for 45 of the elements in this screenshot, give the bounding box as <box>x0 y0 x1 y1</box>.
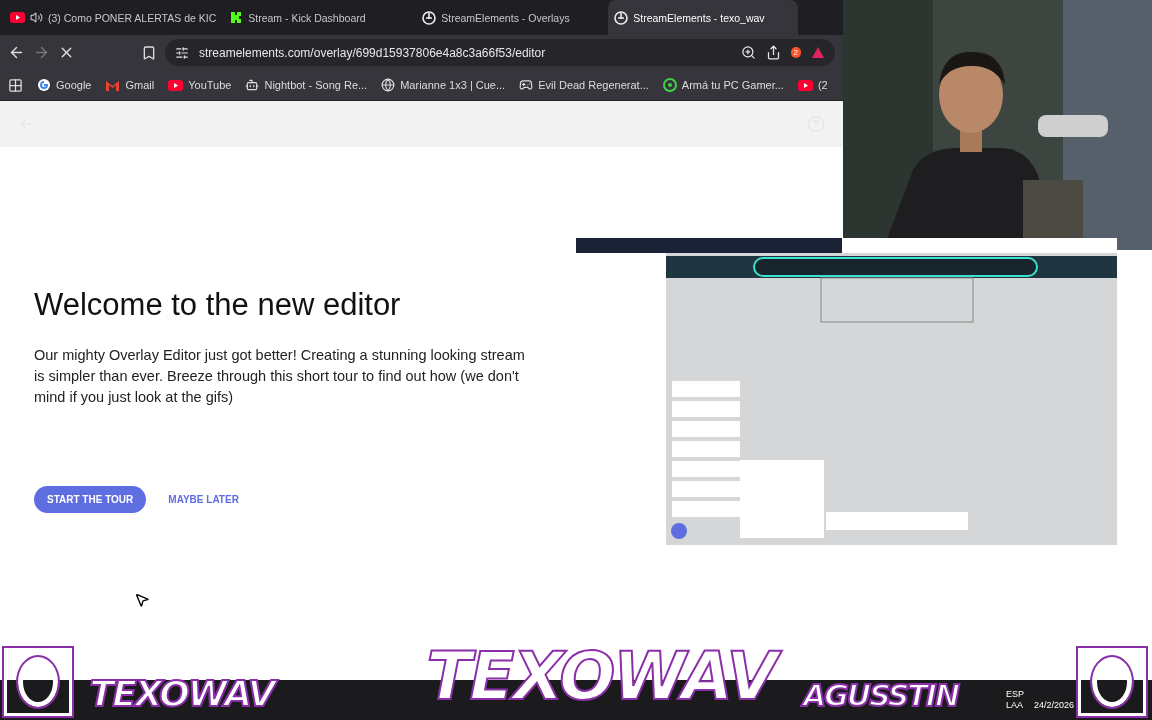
share-icon[interactable] <box>765 45 781 60</box>
right-logo: AGUSSTIN <box>800 676 960 714</box>
bookmark-link[interactable]: Armá tu PC Gamer... <box>681 79 784 91</box>
forward-icon[interactable] <box>33 44 50 61</box>
start-tour-button[interactable]: START THE TOUR <box>34 486 147 513</box>
back-icon[interactable] <box>8 44 25 61</box>
bookmark-link[interactable]: Gmail <box>125 79 155 91</box>
browser-tab[interactable]: StreamElements - texo_wav <box>608 0 799 35</box>
bookmark-link[interactable]: (2 <box>817 79 828 91</box>
layout-indicator[interactable]: LAA <box>1005 700 1024 711</box>
video-play-icon <box>168 79 184 91</box>
left-logo: TEXOWAV <box>86 671 283 716</box>
cursor-icon <box>134 592 150 608</box>
k-logo-icon <box>230 11 244 24</box>
robot-icon <box>245 78 260 92</box>
mail-icon <box>105 79 121 91</box>
apps-icon[interactable] <box>8 77 23 93</box>
browser-tab[interactable]: (3) Como PONER ALERTAS de KIC <box>4 0 223 35</box>
circle-logo-icon <box>662 78 677 92</box>
gamepad-icon <box>519 78 534 92</box>
video-play-icon <box>797 79 813 91</box>
triangle-icon[interactable] <box>811 46 825 59</box>
browser-tab[interactable]: Stream - Kick Dashboard <box>224 0 415 35</box>
video-play-icon <box>10 12 25 23</box>
bookmark-link[interactable]: Nightbot - Song Re... <box>264 79 368 91</box>
date-label[interactable]: 24/2/2026 <box>1033 700 1074 711</box>
globe-icon <box>381 78 396 92</box>
logo-frame <box>1078 648 1146 716</box>
bookmark-link[interactable]: Marianne 1x3 | Cue... <box>400 79 506 91</box>
bookmark-link[interactable]: Evil Dead Regenerat... <box>538 79 649 91</box>
maybe-later-button[interactable]: MAYBE LATER <box>168 494 239 505</box>
dialog-title: Welcome to the new editor <box>34 287 402 323</box>
logo-frame <box>4 648 72 716</box>
bookmark-icon[interactable] <box>141 44 157 61</box>
dialog-text: Our mighty Overlay Editor just got better! Creating a stunning looking stream is simpler than ever. Breeze through this short tour to find out how (we don't mind if you just look at the gifs) <box>34 346 526 407</box>
circle-logo-icon <box>422 10 437 25</box>
browser-tab[interactable]: StreamElements - Overlays <box>416 0 607 35</box>
circle-logo-icon <box>614 10 629 25</box>
language-indicator[interactable]: ESP <box>1005 689 1024 700</box>
bookmark-link[interactable]: YouTube <box>188 79 232 91</box>
bookmark-link[interactable]: Google <box>56 79 92 91</box>
g-logo-icon <box>37 78 51 92</box>
zoom-icon[interactable] <box>740 45 756 60</box>
address-bar[interactable]: streamelements.com/overlay/699d15937806e4a8c3a66f53/editor 2 <box>165 39 835 66</box>
sliders-icon[interactable] <box>175 45 189 60</box>
